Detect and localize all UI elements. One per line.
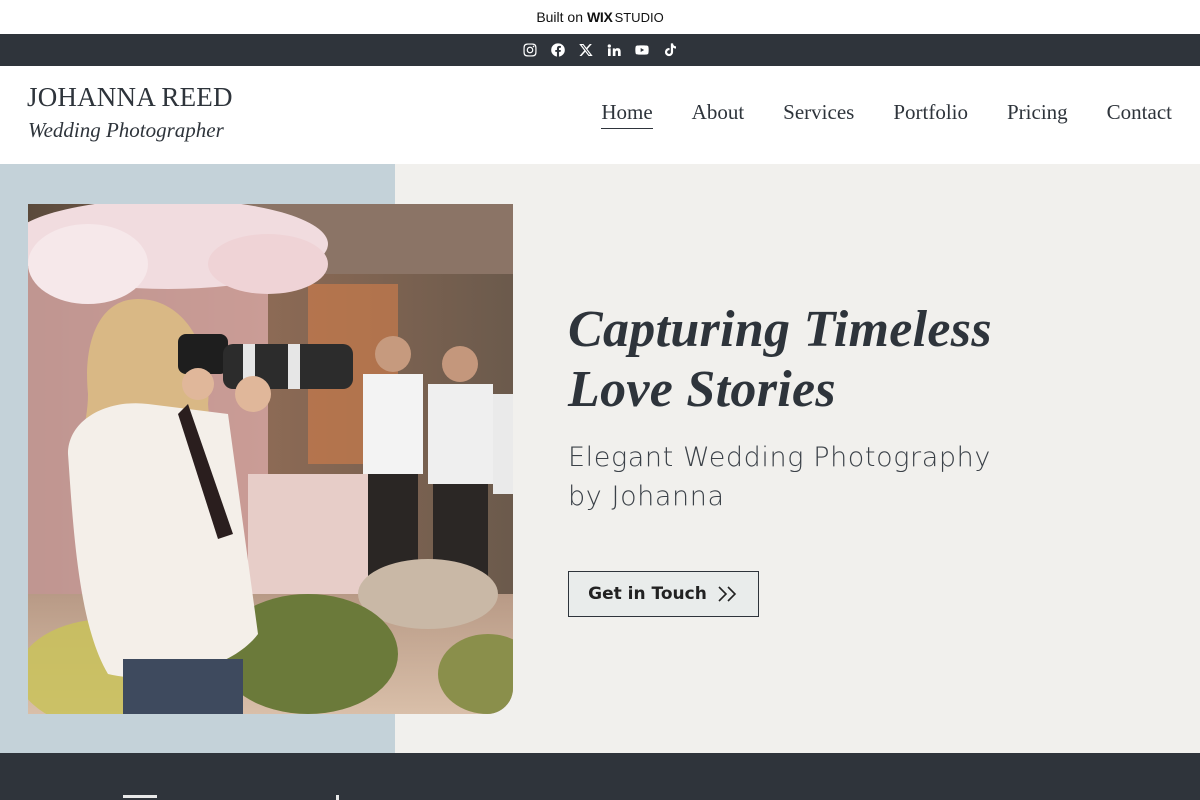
hero-subheading: Elegant Wedding Photography by Johanna	[568, 438, 1028, 516]
hero-photo	[28, 204, 513, 714]
facebook-icon[interactable]	[549, 41, 567, 59]
linkedin-icon[interactable]	[605, 41, 623, 59]
nav-portfolio[interactable]: Portfolio	[893, 100, 968, 127]
nav-home[interactable]: Home	[601, 100, 654, 129]
nav-services[interactable]: Services	[783, 100, 854, 127]
main-nav: Home About Services Portfolio Pricing Co…	[601, 100, 1172, 129]
next-section	[0, 753, 1200, 800]
wix-brand-label: WIX	[587, 9, 613, 25]
next-section-glyph	[123, 795, 157, 800]
nav-pricing[interactable]: Pricing	[1007, 100, 1068, 127]
get-in-touch-button[interactable]: Get in Touch	[568, 571, 759, 617]
hero-section: Capturing Timeless Love Stories Elegant …	[0, 164, 1200, 753]
nav-contact[interactable]: Contact	[1107, 100, 1172, 127]
youtube-icon[interactable]	[633, 41, 651, 59]
hero-subheading-line1: Elegant Wedding Photography	[568, 442, 991, 473]
wix-banner[interactable]: Built on WIX STUDIO	[0, 0, 1200, 34]
instagram-icon[interactable]	[521, 41, 539, 59]
next-section-glyph-2	[336, 795, 339, 800]
wix-brand-suffix: STUDIO	[614, 9, 664, 25]
hero-headline-line2: Love Stories	[568, 361, 836, 418]
hero-subheading-line2: by Johanna	[568, 481, 725, 512]
double-chevron-right-icon	[718, 586, 736, 602]
nav-about[interactable]: About	[692, 100, 745, 127]
site-name[interactable]: JOHANNA REED	[27, 82, 233, 113]
wix-built-label: Built on	[536, 9, 584, 25]
social-bar	[0, 34, 1200, 66]
site-subtitle: Wedding Photographer	[28, 118, 224, 142]
tiktok-icon[interactable]	[661, 41, 679, 59]
get-in-touch-label: Get in Touch	[588, 584, 707, 604]
x-icon[interactable]	[577, 41, 595, 59]
hero-headline: Capturing Timeless Love Stories	[568, 300, 1088, 420]
hero-headline-line1: Capturing Timeless	[568, 301, 992, 358]
site-header: JOHANNA REED Wedding Photographer Home A…	[0, 66, 1200, 164]
